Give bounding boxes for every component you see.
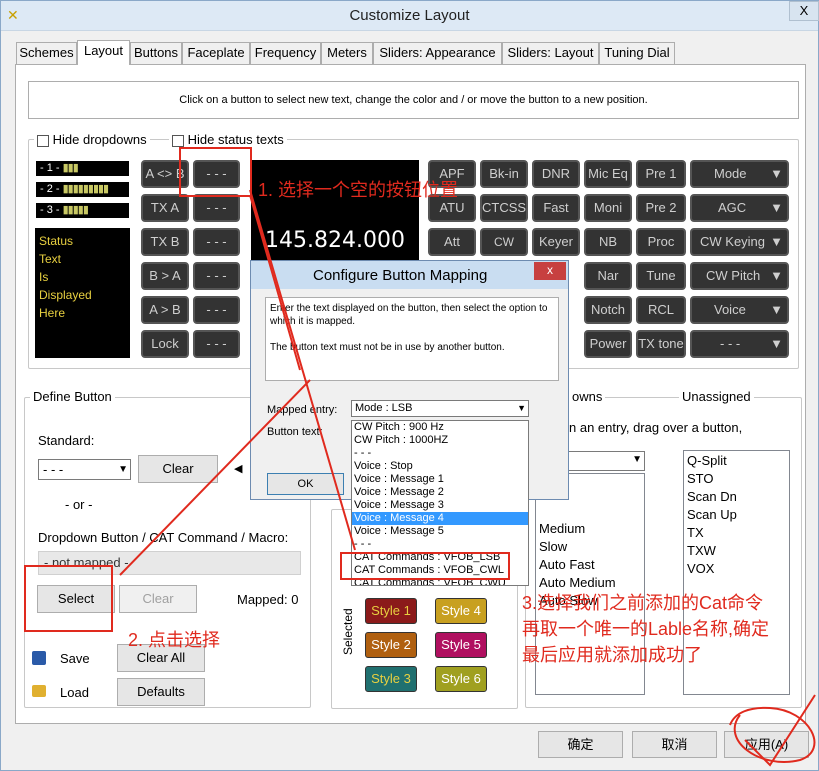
arrow-line bbox=[249, 189, 356, 551]
arrow-line bbox=[249, 194, 301, 371]
annotation-step-2: 2. 点击选择 bbox=[128, 630, 221, 650]
highlight-box-blank-button bbox=[179, 147, 252, 197]
annotation-line: 最后应用就添加成功了 bbox=[522, 645, 702, 665]
annotation-line: 3.选择我们之前添加的Cat命令 bbox=[522, 593, 764, 613]
annotation-step-3: 3.选择我们之前添加的Cat命令 再取一个唯一的Lable名称,确定 最后应用就… bbox=[522, 590, 769, 668]
annotation-line: 再取一个唯一的Lable名称,确定 bbox=[522, 619, 770, 639]
arrow-line bbox=[119, 379, 311, 576]
annotation-step-1: 1. 选择一个空的按钮位置 bbox=[258, 180, 459, 200]
highlight-box-cat-entry bbox=[340, 552, 510, 580]
highlight-box-select bbox=[24, 565, 113, 632]
